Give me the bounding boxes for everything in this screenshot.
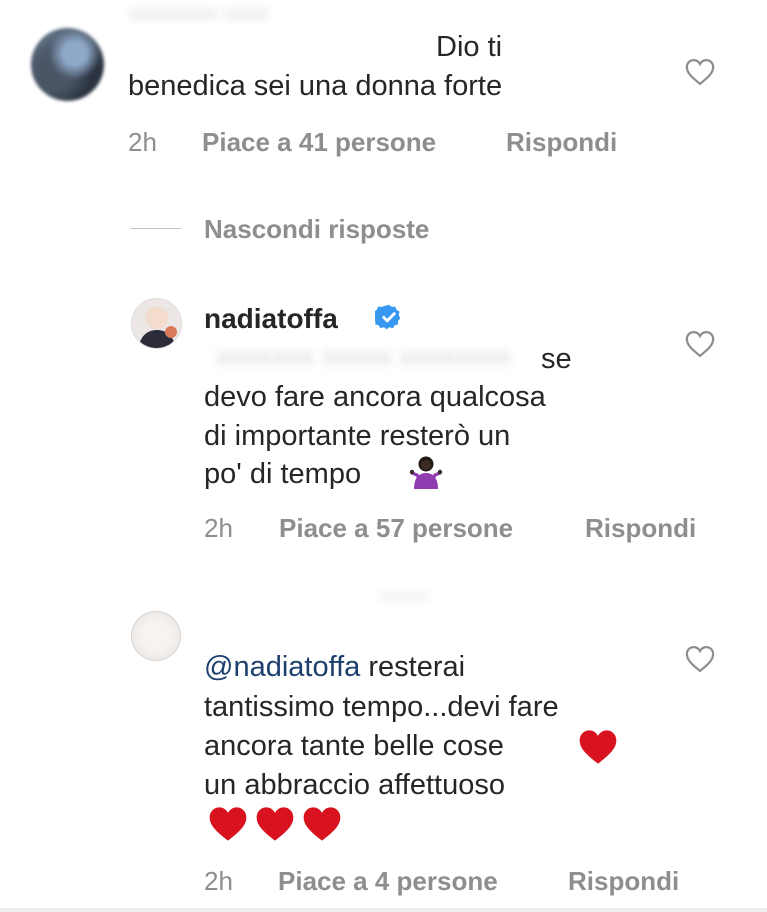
reply-button[interactable]: Rispondi bbox=[585, 513, 696, 544]
comment-time: 2h bbox=[128, 127, 157, 157]
reply-text: @nadiatoffa resterai bbox=[204, 647, 465, 687]
avatar[interactable] bbox=[31, 28, 104, 101]
profile-photo bbox=[132, 299, 181, 348]
red-heart-emoji bbox=[303, 807, 341, 841]
reply-button[interactable]: Rispondi bbox=[568, 866, 679, 897]
reply-text: devo fare ancora qualcosa bbox=[204, 381, 546, 413]
hide-replies-button[interactable]: Nascondi risposte bbox=[204, 214, 429, 245]
red-heart-emoji bbox=[256, 807, 294, 841]
heart-icon[interactable] bbox=[685, 330, 715, 358]
likes-count[interactable]: Piace a 41 persone bbox=[202, 127, 436, 158]
blurred-text: xxxxxxx xxxxx xxxxxxxx bbox=[216, 340, 512, 371]
red-heart-emoji bbox=[209, 807, 247, 841]
blurred-username: xxxxxxxx xxxx bbox=[130, 0, 269, 25]
reply-text: un abbraccio affettuoso bbox=[204, 769, 505, 801]
red-heart-emoji bbox=[579, 730, 617, 764]
likes-count[interactable]: Piace a 4 persone bbox=[278, 866, 498, 897]
reply-text-rest: resterai bbox=[360, 651, 466, 683]
reply-text: se bbox=[541, 343, 572, 375]
heart-icon[interactable] bbox=[685, 645, 715, 673]
reply-time: 2h bbox=[204, 866, 233, 896]
mention-link[interactable]: @nadiatoffa bbox=[204, 651, 360, 683]
avatar[interactable] bbox=[131, 611, 181, 661]
reply-text: di importante resterò un bbox=[204, 420, 511, 452]
blurred-username: xxxxxx bbox=[380, 588, 428, 605]
reply-button[interactable]: Rispondi bbox=[506, 127, 617, 158]
reply-time: 2h bbox=[204, 513, 233, 543]
comment-text: Dio ti bbox=[436, 31, 503, 63]
reply-text: tantissimo tempo...devi fare bbox=[204, 691, 559, 723]
bottom-divider bbox=[0, 908, 767, 912]
reply-text: ancora tante belle cose bbox=[204, 730, 504, 762]
verified-badge-icon bbox=[375, 304, 401, 330]
reply-username[interactable]: nadiatoffa bbox=[204, 303, 338, 335]
replies-divider bbox=[130, 228, 181, 229]
avatar[interactable] bbox=[131, 298, 182, 349]
woman-shrugging-emoji bbox=[409, 456, 443, 489]
reply-text: po' di tempo bbox=[204, 458, 362, 490]
heart-icon[interactable] bbox=[685, 58, 715, 86]
likes-count[interactable]: Piace a 57 persone bbox=[279, 513, 513, 544]
comment-text: benedica sei una donna forte bbox=[128, 70, 503, 102]
